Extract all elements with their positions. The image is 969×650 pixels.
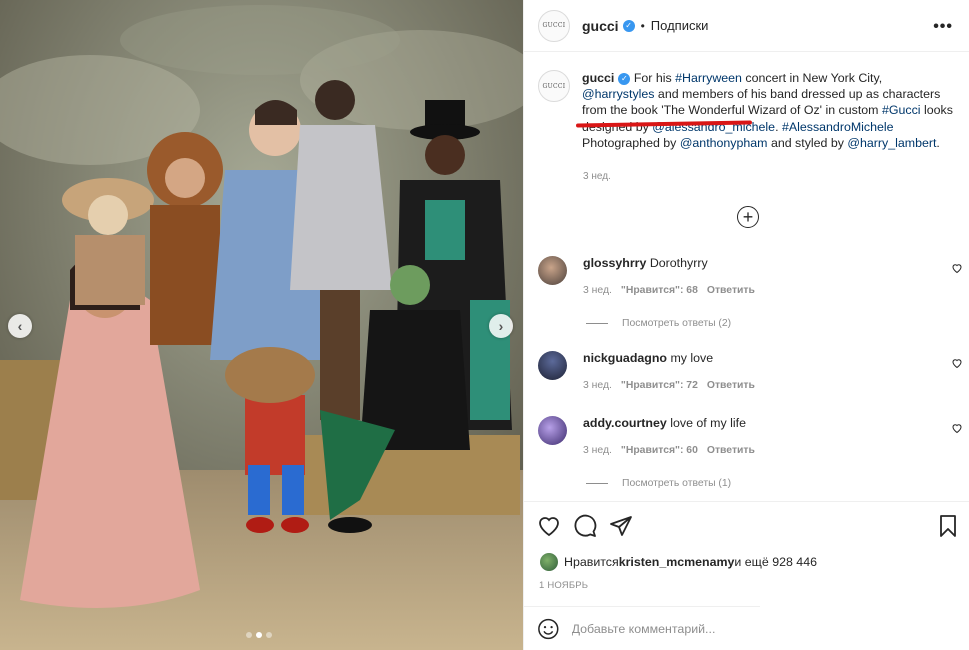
mention-harry-lambert[interactable]: @harry_lambert <box>847 136 936 150</box>
comment-avatar[interactable] <box>538 351 567 380</box>
verified-badge-icon: ✓ <box>622 19 635 32</box>
avatar-logo-text: GUCCI <box>542 22 566 29</box>
caption-text: gucci ✓ For his #Harryween concert in New… <box>582 70 954 151</box>
post-header: GUCCI gucci ✓ • Подписки ••• <box>524 0 969 52</box>
reply-button[interactable]: Ответить <box>707 285 755 296</box>
comment-meta: 3 нед. "Нравится": 60 Ответить <box>583 445 764 456</box>
plus-circle-icon: + <box>742 207 754 227</box>
carousel-dot-active <box>256 632 262 638</box>
caption-timestamp[interactable]: 3 нед. <box>583 171 611 182</box>
chevron-left-icon: ‹ <box>17 318 23 334</box>
more-horizontal-icon[interactable]: ••• <box>933 18 953 36</box>
comment-time[interactable]: 3 нед. <box>583 285 612 296</box>
view-replies-button[interactable]: Посмотреть ответы (1) <box>586 478 731 489</box>
save-bookmark-icon[interactable] <box>936 514 960 538</box>
comment-text: love of my life <box>670 416 746 430</box>
hashtag-alessandromichele[interactable]: #AlessandroMichele <box>782 120 894 134</box>
post-date[interactable]: 1 НОЯБРЬ <box>539 580 588 591</box>
following-button[interactable]: Подписки <box>651 18 709 33</box>
post-photo[interactable]: ‹ › <box>0 0 523 650</box>
comment-likes[interactable]: "Нравится": 60 <box>621 445 698 456</box>
comment-like-heart-icon[interactable] <box>951 357 963 369</box>
post-action-bar <box>523 501 969 549</box>
view-replies-label: Посмотреть ответы (2) <box>622 318 732 329</box>
caption-segment: For his <box>633 71 676 85</box>
load-more-comments-button[interactable]: + <box>737 206 759 228</box>
caption-author-avatar[interactable]: GUCCI <box>538 70 570 102</box>
caption-segment: Photographed by <box>582 135 680 150</box>
comment-time[interactable]: 3 нед. <box>583 445 612 456</box>
comment-avatar[interactable] <box>538 416 567 445</box>
comment-username[interactable]: nickguadagno <box>583 351 667 365</box>
carousel-next-button[interactable]: › <box>489 314 513 338</box>
avatar-logo-text: GUCCI <box>542 82 566 90</box>
liker-avatar[interactable] <box>540 553 558 571</box>
post-caption: GUCCI gucci ✓ For his #Harryween concert … <box>538 70 958 151</box>
mention-harrystyles[interactable]: @harrystyles <box>582 87 654 101</box>
view-replies-label: Посмотреть ответы (1) <box>622 478 732 489</box>
emoji-smile-icon[interactable] <box>537 617 560 641</box>
caption-segment: concert in New York City, <box>741 71 883 85</box>
like-heart-icon[interactable] <box>537 514 561 538</box>
chevron-right-icon: › <box>498 318 504 334</box>
share-direct-icon[interactable] <box>609 514 633 538</box>
mention-anthonypham[interactable]: @anthonypham <box>680 136 768 150</box>
comment-input[interactable] <box>571 621 760 636</box>
comment-avatar[interactable] <box>538 256 567 285</box>
comment-likes[interactable]: "Нравится": 68 <box>621 285 698 296</box>
comment-bubble-icon[interactable] <box>573 514 597 538</box>
caption-segment: . <box>936 135 940 150</box>
comment-body: glossyhrry Dorothyrry <box>583 256 943 270</box>
reply-button[interactable]: Ответить <box>707 380 755 391</box>
comment-meta: 3 нед. "Нравится": 68 Ответить <box>583 285 764 296</box>
comment-like-heart-icon[interactable] <box>951 422 963 434</box>
comment-username[interactable]: addy.courtney <box>583 416 667 430</box>
carousel-dot <box>266 632 272 638</box>
liker-username[interactable]: kristen_mcmenamy <box>619 555 735 569</box>
carousel-dot <box>246 632 252 638</box>
caption-username[interactable]: gucci <box>582 71 614 85</box>
comment-like-heart-icon[interactable] <box>951 262 963 274</box>
hashtag-gucci[interactable]: #Gucci <box>882 103 921 117</box>
add-comment-bar <box>523 606 760 650</box>
book-title: 'The Wonderful Wizard of Oz' <box>661 103 823 118</box>
verified-badge-icon: ✓ <box>618 72 631 85</box>
reply-button[interactable]: Ответить <box>707 445 755 456</box>
comment-text: Dorothyrry <box>649 256 708 270</box>
caption-segment: in custom <box>822 103 882 118</box>
likes-count[interactable]: и ещё 928 446 <box>734 555 817 569</box>
likes-prefix: Нравится <box>564 555 619 569</box>
comment-body: addy.courtney love of my life <box>583 416 943 430</box>
comment-time[interactable]: 3 нед. <box>583 380 612 391</box>
comment-body: nickguadagno my love <box>583 351 943 365</box>
caption-segment: . <box>775 119 782 134</box>
likes-summary: Нравится kristen_mcmenamy и ещё 928 446 <box>540 553 817 571</box>
comment-meta: 3 нед. "Нравится": 72 Ответить <box>583 380 764 391</box>
instagram-post-view: ‹ › GUCCI gucci ✓ • Подписки ••• GUCCI g… <box>0 0 969 650</box>
author-avatar[interactable]: GUCCI <box>538 9 570 42</box>
hashtag-harryween[interactable]: #Harryween <box>675 71 742 85</box>
carousel-prev-button[interactable]: ‹ <box>8 314 32 338</box>
photo-scene <box>0 0 523 650</box>
header-separator: • <box>640 18 645 33</box>
author-username[interactable]: gucci <box>582 18 619 34</box>
comment-username[interactable]: glossyhrry <box>583 256 646 270</box>
comment-text: my love <box>670 351 714 365</box>
carousel-indicator <box>246 632 272 638</box>
comment-likes[interactable]: "Нравится": 72 <box>621 380 698 391</box>
caption-segment: and styled by <box>767 135 848 150</box>
view-replies-button[interactable]: Посмотреть ответы (2) <box>586 318 731 329</box>
